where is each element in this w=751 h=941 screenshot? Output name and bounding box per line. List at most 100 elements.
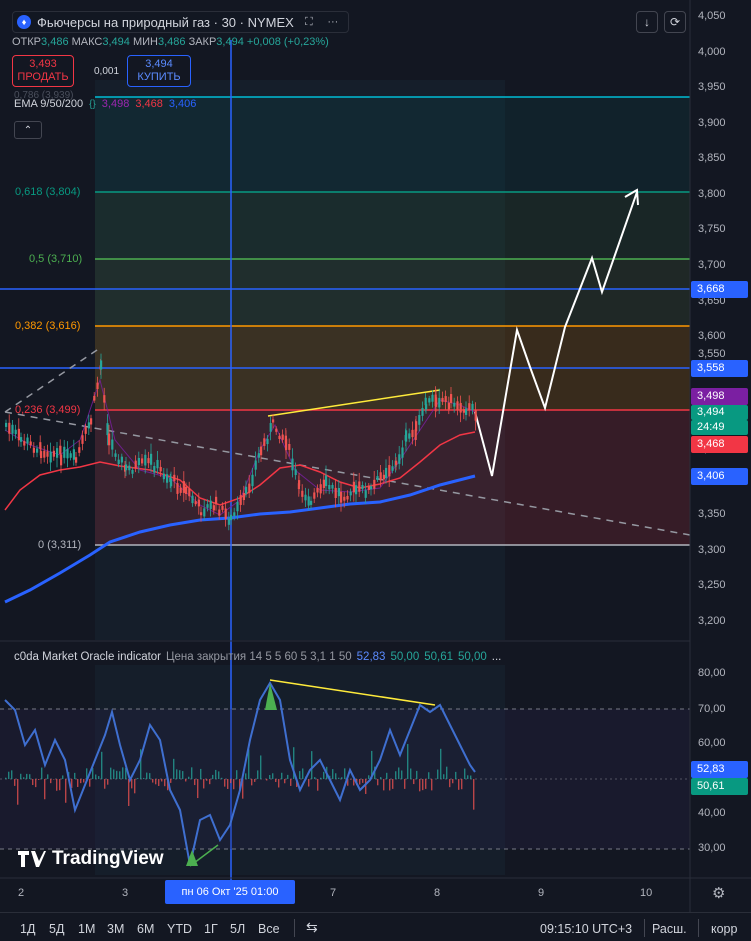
- candle-body: [453, 402, 456, 407]
- candle-body: [405, 430, 408, 442]
- candle-body: [331, 484, 334, 489]
- histogram-bar: [224, 779, 226, 787]
- candle-body: [150, 453, 153, 465]
- candle-body: [322, 479, 325, 488]
- clock-time[interactable]: 09:15:10 UTC+3: [540, 922, 632, 936]
- expand-icon[interactable]: ⛶: [300, 14, 318, 30]
- refresh-icon[interactable]: ⟳: [664, 11, 686, 33]
- histogram-bar: [404, 779, 406, 789]
- chart-canvas[interactable]: [0, 0, 751, 941]
- histogram-bar: [323, 771, 325, 779]
- histogram-bar: [407, 744, 409, 779]
- histogram-bar: [359, 779, 361, 785]
- histogram-bar: [53, 779, 55, 780]
- histogram-bar: [251, 779, 253, 786]
- histogram-bar: [422, 779, 424, 791]
- histogram-bar: [38, 779, 40, 780]
- histogram-bar: [176, 769, 178, 779]
- candle-body: [428, 398, 431, 403]
- candle-body: [254, 460, 257, 470]
- histogram-bar: [35, 779, 37, 788]
- ema-legend[interactable]: EMA 9/50/200 {} 3,498 3,468 3,406: [14, 98, 196, 110]
- histogram-bar: [461, 779, 463, 790]
- candle-body: [173, 474, 176, 482]
- price-tick: 3,800: [698, 188, 726, 200]
- indicator-value-2: 50,00: [390, 651, 420, 663]
- ellipsis-icon[interactable]: ...: [492, 651, 502, 663]
- candle-body: [447, 402, 450, 410]
- histogram-bar: [152, 779, 154, 783]
- tradingview-icon: [18, 851, 46, 867]
- divider: [698, 919, 699, 937]
- adjustment-toggle[interactable]: корр: [711, 922, 737, 936]
- candle-body: [209, 500, 212, 509]
- candle-body: [188, 488, 191, 497]
- histogram-bar: [437, 769, 439, 779]
- histogram-bar: [392, 779, 394, 789]
- range-5y[interactable]: 5Л: [230, 922, 245, 936]
- range-ytd[interactable]: YTD: [167, 922, 192, 936]
- trendline-dashed-left[interactable]: [4, 347, 101, 413]
- candle-body: [398, 454, 401, 464]
- low-label: МИН: [132, 36, 158, 48]
- ellipsis-icon[interactable]: ···: [324, 14, 342, 30]
- candle-body: [334, 487, 337, 498]
- price-label-3558[interactable]: 3,558: [691, 360, 748, 377]
- candle-body: [239, 495, 242, 505]
- candle-body: [117, 459, 120, 465]
- session-toggle[interactable]: Расш.: [652, 922, 687, 936]
- range-3m[interactable]: 3М: [107, 922, 124, 936]
- buy-price: 3,494: [145, 58, 173, 70]
- price-label-3668[interactable]: 3,668: [691, 281, 748, 298]
- candle-body: [215, 496, 218, 505]
- price-tick: 3,900: [698, 117, 726, 129]
- sell-button[interactable]: 3,493 ПРОДАТЬ: [12, 55, 74, 87]
- candle-body: [14, 429, 17, 435]
- candle-body: [298, 480, 301, 486]
- download-icon[interactable]: ↓: [636, 11, 658, 33]
- indicator-legend[interactable]: c0da Market Oracle indicator Цена закрыт…: [14, 651, 501, 663]
- histogram-bar: [95, 774, 97, 779]
- candle-body: [170, 478, 173, 487]
- histogram-bar: [365, 779, 367, 794]
- range-1y[interactable]: 1Г: [204, 922, 218, 936]
- chevron-up-icon[interactable]: ⌃: [14, 121, 42, 139]
- range-5d[interactable]: 5Д: [49, 922, 64, 936]
- histogram-bar: [245, 773, 247, 779]
- high-value: 3,494: [102, 36, 130, 48]
- histogram-bar: [11, 770, 13, 779]
- candle-body: [418, 415, 421, 425]
- price-tick: 3,300: [698, 544, 726, 556]
- buy-button[interactable]: 3,494 КУПИТЬ: [127, 55, 191, 87]
- braces-icon[interactable]: {}: [89, 99, 96, 110]
- candle-body: [137, 457, 140, 466]
- range-all[interactable]: Все: [258, 922, 280, 936]
- histogram-bar: [74, 772, 76, 779]
- symbol-title[interactable]: Фьючерсы на природный газ · 30 · NYMEX: [37, 15, 294, 30]
- candle-body: [114, 453, 117, 457]
- range-1m[interactable]: 1М: [78, 922, 95, 936]
- buy-label: КУПИТЬ: [137, 71, 181, 83]
- gear-icon[interactable]: ⚙: [712, 884, 725, 902]
- price-tick: 4,000: [698, 46, 726, 58]
- histogram-bar: [41, 767, 43, 779]
- candle-body: [263, 438, 266, 446]
- histogram-bar: [80, 779, 82, 784]
- tradingview-logo[interactable]: TradingView: [18, 848, 164, 870]
- price-label-ema200: 3,406: [691, 468, 748, 485]
- candle-body: [260, 446, 263, 456]
- histogram-bar: [368, 775, 370, 779]
- histogram-bar: [398, 767, 400, 779]
- candle-body: [245, 486, 248, 494]
- histogram-bar: [350, 779, 352, 780]
- range-6m[interactable]: 6М: [137, 922, 154, 936]
- histogram-bar: [401, 770, 403, 779]
- histogram-bar: [50, 779, 52, 784]
- histogram-bar: [278, 779, 280, 788]
- calendar-range-icon[interactable]: ⇆: [306, 919, 318, 936]
- symbol-title-bar[interactable]: ♦ Фьючерсы на природный газ · 30 · NYMEX…: [12, 11, 349, 33]
- candle-body: [431, 394, 434, 402]
- candle-body: [5, 422, 8, 427]
- range-1d[interactable]: 1Д: [20, 922, 35, 936]
- change-value: +0,008 (+0,23%): [246, 36, 329, 48]
